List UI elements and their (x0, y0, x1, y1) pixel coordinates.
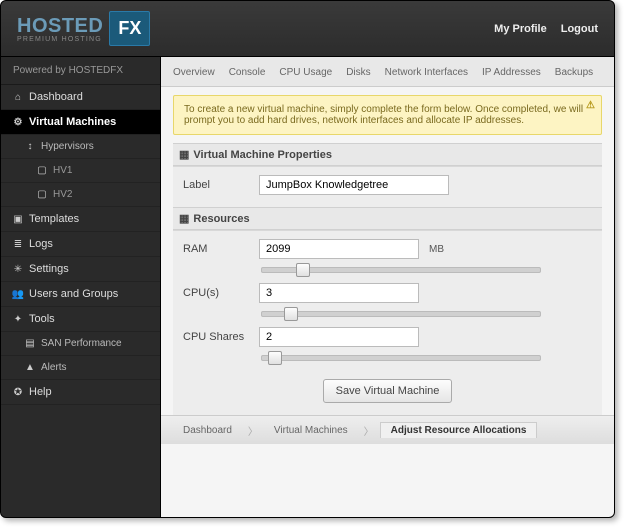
slider-handle[interactable] (296, 263, 310, 277)
chevron-right-icon: 〉 (248, 423, 258, 438)
tab-console[interactable]: Console (229, 67, 266, 78)
sidebar-item-logs[interactable]: ≣ Logs (1, 232, 160, 257)
settings-icon: ✳ (13, 264, 23, 274)
sidebar-item-label: Templates (29, 213, 79, 225)
ram-slider[interactable] (261, 267, 541, 273)
sidebar-item-dashboard[interactable]: ⌂ Dashboard (1, 85, 160, 110)
home-icon: ⌂ (13, 92, 23, 102)
users-icon: 👥 (13, 289, 23, 299)
tab-overview[interactable]: Overview (173, 67, 215, 78)
crumb-adjust-resource[interactable]: Adjust Resource Allocations (380, 422, 538, 438)
template-icon: ▣ (13, 214, 23, 224)
resources-icon: ▦ (179, 212, 189, 225)
sidebar-item-label: Logs (29, 238, 53, 250)
sidebar-item-templates[interactable]: ▣ Templates (1, 207, 160, 232)
warning-icon: ⚠ (586, 100, 595, 111)
tab-network-interfaces[interactable]: Network Interfaces (385, 67, 468, 78)
sidebar-item-label: Settings (29, 263, 69, 275)
sidebar-item-hv2[interactable]: ▢ HV2 (1, 183, 160, 207)
sidebar-item-label: SAN Performance (41, 338, 122, 349)
hypervisor-icon: ↕ (25, 142, 35, 152)
cpu-shares-label: CPU Shares (183, 331, 251, 343)
sidebar-item-virtual-machines[interactable]: ⚙ Virtual Machines (1, 110, 160, 135)
crumb-dashboard[interactable]: Dashboard (173, 423, 242, 438)
sidebar-item-help[interactable]: ✪ Help (1, 380, 160, 405)
powered-by: Powered by HOSTEDFX (1, 57, 160, 85)
slider-handle[interactable] (268, 351, 282, 365)
breadcrumb: Dashboard 〉 Virtual Machines 〉 Adjust Re… (161, 415, 614, 444)
ram-label: RAM (183, 243, 251, 255)
cpu-shares-slider[interactable] (261, 355, 541, 361)
tabs: Overview Console CPU Usage Disks Network… (161, 57, 614, 87)
sidebar-item-label: Users and Groups (29, 288, 118, 300)
ram-input[interactable] (259, 239, 419, 259)
properties-icon: ▦ (179, 148, 189, 161)
sidebar-item-label: Tools (29, 313, 55, 325)
logo-badge: FX (109, 11, 150, 46)
cpus-label: CPU(s) (183, 287, 251, 299)
sidebar-item-alerts[interactable]: ▲ Alerts (1, 356, 160, 380)
tab-cpu-usage[interactable]: CPU Usage (279, 67, 332, 78)
alert-icon: ▲ (25, 363, 35, 373)
logo-sub: PREMIUM HOSTING (17, 36, 103, 43)
sidebar-item-tools[interactable]: ✦ Tools (1, 307, 160, 332)
notice-text: To create a new virtual machine, simply … (184, 104, 583, 126)
tab-backups[interactable]: Backups (555, 67, 593, 78)
my-profile-link[interactable]: My Profile (494, 23, 547, 35)
cpus-slider[interactable] (261, 311, 541, 317)
help-icon: ✪ (13, 387, 23, 397)
sidebar-item-users-groups[interactable]: 👥 Users and Groups (1, 282, 160, 307)
label-input[interactable] (259, 175, 449, 195)
sidebar-item-san-performance[interactable]: ▤ SAN Performance (1, 332, 160, 356)
sidebar-item-label: Help (29, 386, 52, 398)
section-vm-properties: ▦ Virtual Machine Properties (173, 143, 602, 166)
sidebar-item-hv1[interactable]: ▢ HV1 (1, 159, 160, 183)
logout-link[interactable]: Logout (561, 23, 598, 35)
section-resources: ▦ Resources (173, 207, 602, 230)
cpu-shares-input[interactable] (259, 327, 419, 347)
section-title: Resources (193, 213, 249, 225)
sidebar-item-label: HV1 (53, 165, 72, 176)
gear-icon: ⚙ (13, 117, 23, 127)
logo-main: HOSTED (17, 15, 103, 38)
sidebar-item-settings[interactable]: ✳ Settings (1, 257, 160, 282)
chevron-right-icon: 〉 (364, 423, 374, 438)
sidebar-item-hypervisors[interactable]: ↕ Hypervisors (1, 135, 160, 159)
tools-icon: ✦ (13, 314, 23, 324)
logo: HOSTED PREMIUM HOSTING FX (17, 11, 150, 46)
cpus-input[interactable] (259, 283, 419, 303)
monitor-icon: ▢ (37, 166, 47, 176)
logs-icon: ≣ (13, 239, 23, 249)
section-title: Virtual Machine Properties (193, 149, 332, 161)
tab-ip-addresses[interactable]: IP Addresses (482, 67, 541, 78)
sidebar-item-label: HV2 (53, 189, 72, 200)
tab-disks[interactable]: Disks (346, 67, 370, 78)
sidebar-item-label: Alerts (41, 362, 67, 373)
slider-handle[interactable] (284, 307, 298, 321)
save-button[interactable]: Save Virtual Machine (323, 379, 453, 403)
crumb-virtual-machines[interactable]: Virtual Machines (264, 423, 358, 438)
storage-icon: ▤ (25, 339, 35, 349)
sidebar-item-label: Dashboard (29, 91, 83, 103)
notice-banner: ⚠ To create a new virtual machine, simpl… (173, 95, 602, 135)
sidebar-item-label: Hypervisors (41, 141, 94, 152)
sidebar-item-label: Virtual Machines (29, 116, 116, 128)
label-label: Label (183, 179, 251, 191)
monitor-icon: ▢ (37, 190, 47, 200)
ram-unit: MB (429, 244, 444, 255)
